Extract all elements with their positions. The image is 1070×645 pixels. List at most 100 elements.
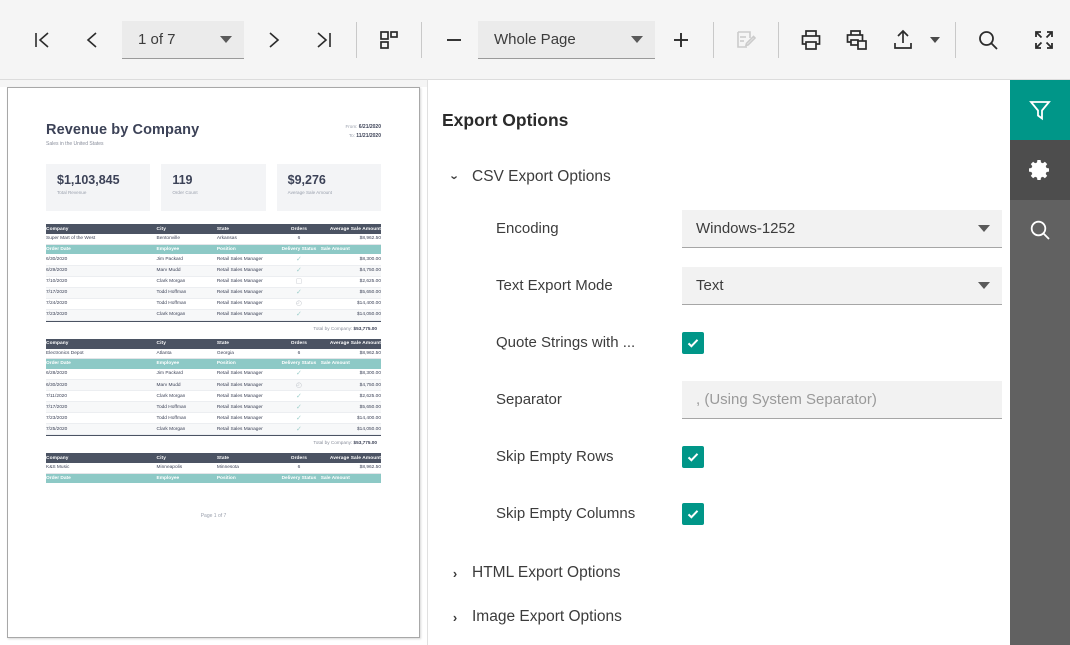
encoding-select-value: Windows-1252	[696, 219, 796, 237]
page-selector-value: 1 of 7	[138, 30, 176, 48]
company-cell: Electronics Depot	[46, 348, 157, 359]
edit-document-button[interactable]	[726, 20, 766, 60]
column-header: Position	[216, 473, 278, 483]
quote-strings-checkbox[interactable]	[682, 331, 704, 354]
company-header-row: Company City State Orders Average Sale Amoun…	[46, 338, 381, 349]
print-multiple-button[interactable]	[837, 20, 877, 60]
report-viewer-app: 1 of 7 Whole Page Revenue by Company Sal…	[0, 0, 1070, 645]
to-value: 11/21/2020	[356, 133, 381, 139]
report-page[interactable]: Revenue by Company Sales in the United S…	[7, 87, 420, 638]
export-options-panel: Export Options › CSV Export Options Enco…	[427, 79, 1010, 645]
employee-cell: Jim Packard	[156, 368, 217, 380]
sidebar-item-filter[interactable]	[1010, 80, 1070, 140]
table-row: 6/28/2020 Jim Packard Retail Sales Manager…	[46, 368, 381, 380]
previous-page-button[interactable]	[72, 20, 112, 60]
group-html-export-options[interactable]: › HTML Export Options	[442, 560, 988, 586]
detail-header-row: Order Date Employee Position Delivery Statu…	[46, 473, 381, 483]
group-label: CSV Export Options	[472, 168, 611, 185]
employee-cell: Todd Hoffman	[156, 412, 217, 424]
export-button[interactable]	[883, 20, 923, 60]
column-header: State	[216, 224, 278, 234]
order-date-cell: 7/17/2020	[46, 401, 157, 413]
from-value: 6/21/2020	[358, 124, 381, 130]
zoom-out-button[interactable]	[434, 20, 474, 60]
toolbar-divider-2	[421, 21, 422, 58]
chevron-right-icon: ›	[452, 609, 458, 625]
zoom-in-button[interactable]	[661, 20, 701, 60]
order-date-cell: 6/30/2020	[46, 254, 157, 266]
sale-amount-cell: $5,650.00	[320, 287, 381, 299]
truck-icon: ▢	[295, 278, 303, 285]
sale-amount-cell: $14,050.00	[320, 309, 381, 321]
column-header: Average Sale Amount	[320, 453, 381, 463]
export-dropdown-button[interactable]	[927, 20, 943, 60]
table-row: 7/24/2020 Todd Hoffman Retail Sales Manage…	[46, 298, 381, 310]
check-icon: ✓	[295, 370, 302, 378]
table-row: 7/23/2020 Todd Hoffman Retail Sales Manage…	[46, 412, 381, 424]
option-row-separator: Separator , (Using System Separator)	[442, 371, 1002, 428]
text-export-mode-select[interactable]: Text	[682, 266, 1002, 305]
option-label-skip-empty-rows: Skip Empty Rows	[496, 448, 614, 465]
position-cell: Retail Sales Manager	[216, 390, 278, 402]
option-row-quote-strings: Quote Strings with ...	[442, 314, 988, 371]
delivery-status-cell: ✓	[277, 368, 321, 380]
order-date-cell: 7/11/2020	[46, 390, 157, 402]
order-date-cell: 7/25/2020	[46, 423, 157, 435]
column-header: Order Date	[46, 244, 157, 254]
position-cell: Retail Sales Manager	[216, 287, 278, 299]
option-row-text-export-mode: Text Export Mode Text	[442, 257, 1002, 314]
company-cell: Bentonville	[156, 234, 217, 245]
search-button[interactable]	[968, 20, 1008, 60]
column-header: State	[216, 453, 278, 463]
page-selector[interactable]: 1 of 7	[122, 20, 244, 59]
table-row: 6/30/2020 Marv Mudd Retail Sales Manager ◴ $…	[46, 379, 381, 391]
report-subtitle: Sales in the United States	[46, 141, 104, 147]
company-cell: $8,962.50	[320, 463, 381, 474]
company-cell: Georgia	[216, 348, 278, 359]
option-label-encoding: Encoding	[496, 220, 559, 237]
toolbar-divider-3	[713, 21, 714, 58]
clock-icon: ◴	[295, 381, 302, 389]
delivery-status-cell: ✓	[277, 254, 321, 266]
column-header: Company	[46, 224, 157, 234]
sale-amount-cell: $14,050.00	[320, 423, 381, 435]
company-cell: $8,962.50	[320, 348, 381, 359]
chevron-down-icon	[631, 35, 643, 43]
delivery-status-cell: ✓	[277, 265, 321, 277]
last-page-button[interactable]	[304, 20, 344, 60]
group-image-export-options[interactable]: › Image Export Options	[442, 604, 988, 630]
column-header: Sale Amount	[320, 244, 381, 254]
sale-amount-cell: $14,400.00	[320, 298, 381, 310]
zoom-selector[interactable]: Whole Page	[478, 20, 655, 59]
sidebar-item-settings[interactable]	[1010, 140, 1070, 200]
skip-empty-rows-checkbox[interactable]	[682, 445, 704, 468]
column-header: Sale Amount	[320, 473, 381, 483]
first-page-button[interactable]	[22, 20, 62, 60]
separator-input[interactable]: , (Using System Separator)	[682, 380, 1002, 419]
column-header: Company	[46, 453, 157, 463]
group-csv-export-options[interactable]: › CSV Export Options	[442, 164, 988, 190]
employee-cell: Clark Morgan	[156, 276, 217, 288]
encoding-select[interactable]: Windows-1252	[682, 209, 1002, 248]
kpi-value: 119	[172, 173, 193, 187]
table-row: 6/30/2020 Jim Packard Retail Sales Manager…	[46, 254, 381, 266]
detail-header-row: Order Date Employee Position Delivery Statu…	[46, 244, 381, 254]
order-date-cell: 6/28/2020	[46, 368, 157, 380]
print-button[interactable]	[791, 20, 831, 60]
sale-amount-cell: $4,750.00	[320, 379, 381, 391]
column-header: Delivery Status	[277, 358, 321, 369]
company-table: Company City State Orders Average Sale Amoun…	[46, 338, 381, 435]
page-layout-button[interactable]	[369, 20, 409, 60]
check-icon: ✓	[295, 392, 302, 400]
sale-amount-cell: $5,650.00	[320, 401, 381, 413]
document-viewer[interactable]: Revenue by Company Sales in the United S…	[0, 79, 427, 645]
next-page-button[interactable]	[254, 20, 294, 60]
option-label-skip-empty-columns: Skip Empty Columns	[496, 505, 636, 522]
sale-amount-cell: $2,625.00	[320, 390, 381, 402]
check-icon: ✓	[295, 289, 302, 296]
column-header: Employee	[156, 473, 217, 483]
sidebar-item-search[interactable]	[1010, 200, 1070, 260]
skip-empty-columns-checkbox[interactable]	[682, 502, 704, 525]
fullscreen-button[interactable]	[1024, 20, 1064, 60]
employee-cell: Marv Mudd	[156, 379, 217, 391]
